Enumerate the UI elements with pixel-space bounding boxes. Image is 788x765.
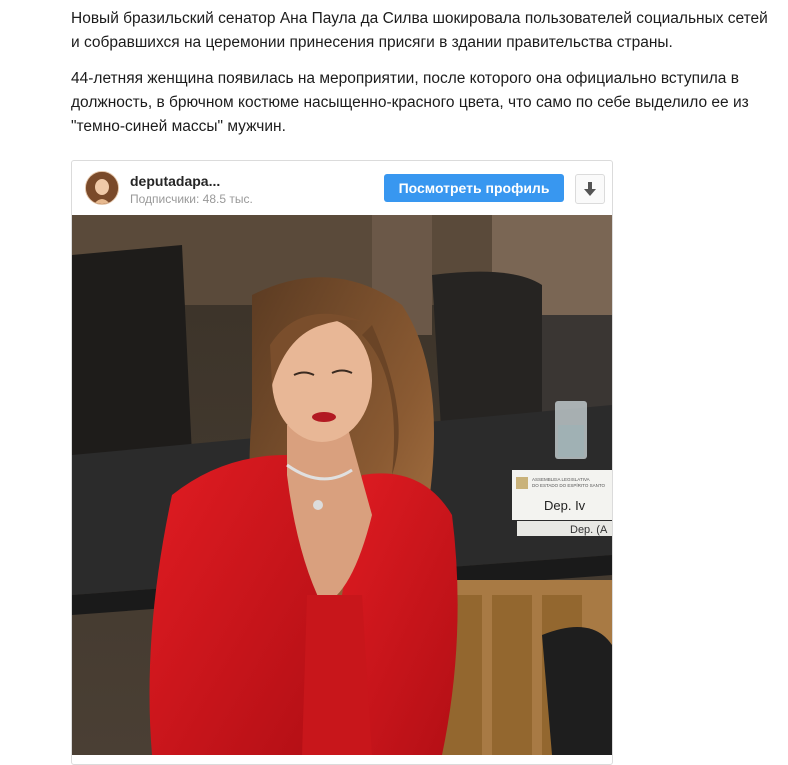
download-arrow-icon — [584, 182, 596, 196]
article-body: Новый бразильский сенатор Ана Паула да С… — [71, 7, 771, 139]
article-paragraph: 44-летняя женщина появилась на мероприят… — [71, 70, 749, 135]
nameplate-name: Dep. Iv — [544, 498, 586, 513]
download-button[interactable] — [575, 174, 605, 204]
follower-count: Подписчики: 48.5 тыс. — [130, 192, 253, 206]
view-profile-button[interactable]: Посмотреть профиль — [384, 174, 564, 202]
instagram-embed: deputadapa... Подписчики: 48.5 тыс. Посм… — [71, 160, 613, 765]
username[interactable]: deputadapa... — [130, 173, 220, 189]
nameplate-line2: DO ESTADO DO ESPÍRITO SANTO — [532, 482, 606, 488]
post-photo: ASSEMBLEIA LEGISLATIVA DO ESTADO DO ESPÍ… — [72, 215, 612, 755]
embed-header: deputadapa... Подписчики: 48.5 тыс. Посм… — [72, 161, 612, 215]
nameplate-line1: ASSEMBLEIA LEGISLATIVA — [532, 477, 590, 482]
nameplate: ASSEMBLEIA LEGISLATIVA DO ESTADO DO ESPÍ… — [512, 470, 612, 536]
avatar[interactable] — [85, 171, 119, 205]
nameplate-name-lower: Dep. (A — [570, 524, 608, 536]
article-paragraph: Новый бразильский сенатор Ана Паула да С… — [71, 10, 768, 51]
